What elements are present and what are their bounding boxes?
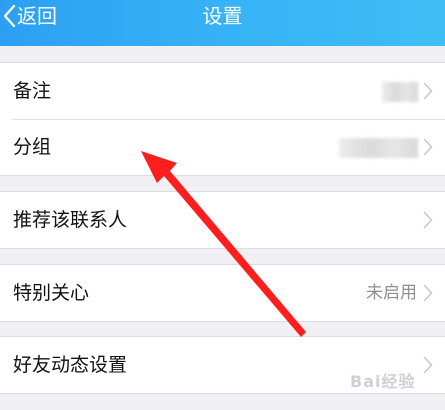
chevron-right-icon xyxy=(423,356,433,374)
back-button[interactable]: 返回 xyxy=(2,0,57,32)
special-care-status: 未启用 xyxy=(366,283,417,303)
cell-recommend-label: 推荐该联系人 xyxy=(13,209,128,231)
remark-value-obscured xyxy=(382,82,418,102)
cell-group-label: 分组 xyxy=(13,136,52,158)
cell-group[interactable]: 分组 xyxy=(0,119,445,175)
chevron-left-icon xyxy=(3,4,16,28)
settings-group-3: 特别关心 未启用 xyxy=(0,264,445,322)
chevron-right-icon xyxy=(423,138,433,156)
chevron-right-icon xyxy=(423,284,433,302)
cell-friend-feed-label: 好友动态设置 xyxy=(13,354,128,376)
page-title: 设置 xyxy=(202,4,243,28)
chevron-right-icon xyxy=(423,82,433,100)
back-label: 返回 xyxy=(17,4,57,28)
settings-group-2: 推荐该联系人 xyxy=(0,191,445,249)
cell-special-care-label: 特别关心 xyxy=(13,282,90,304)
cell-remark[interactable]: 备注 xyxy=(0,63,445,119)
settings-group-1: 备注 分组 xyxy=(0,62,445,176)
settings-group-4: 好友动态设置 xyxy=(0,336,445,394)
cell-remark-label: 备注 xyxy=(13,80,52,102)
cell-friend-feed-settings[interactable]: 好友动态设置 xyxy=(0,337,445,393)
chevron-right-icon xyxy=(423,211,433,229)
cell-special-care[interactable]: 特别关心 未启用 xyxy=(0,265,445,321)
cell-recommend-contact[interactable]: 推荐该联系人 xyxy=(0,192,445,248)
group-value-obscured xyxy=(339,138,418,158)
navigation-bar: 返回 设置 xyxy=(0,0,445,46)
